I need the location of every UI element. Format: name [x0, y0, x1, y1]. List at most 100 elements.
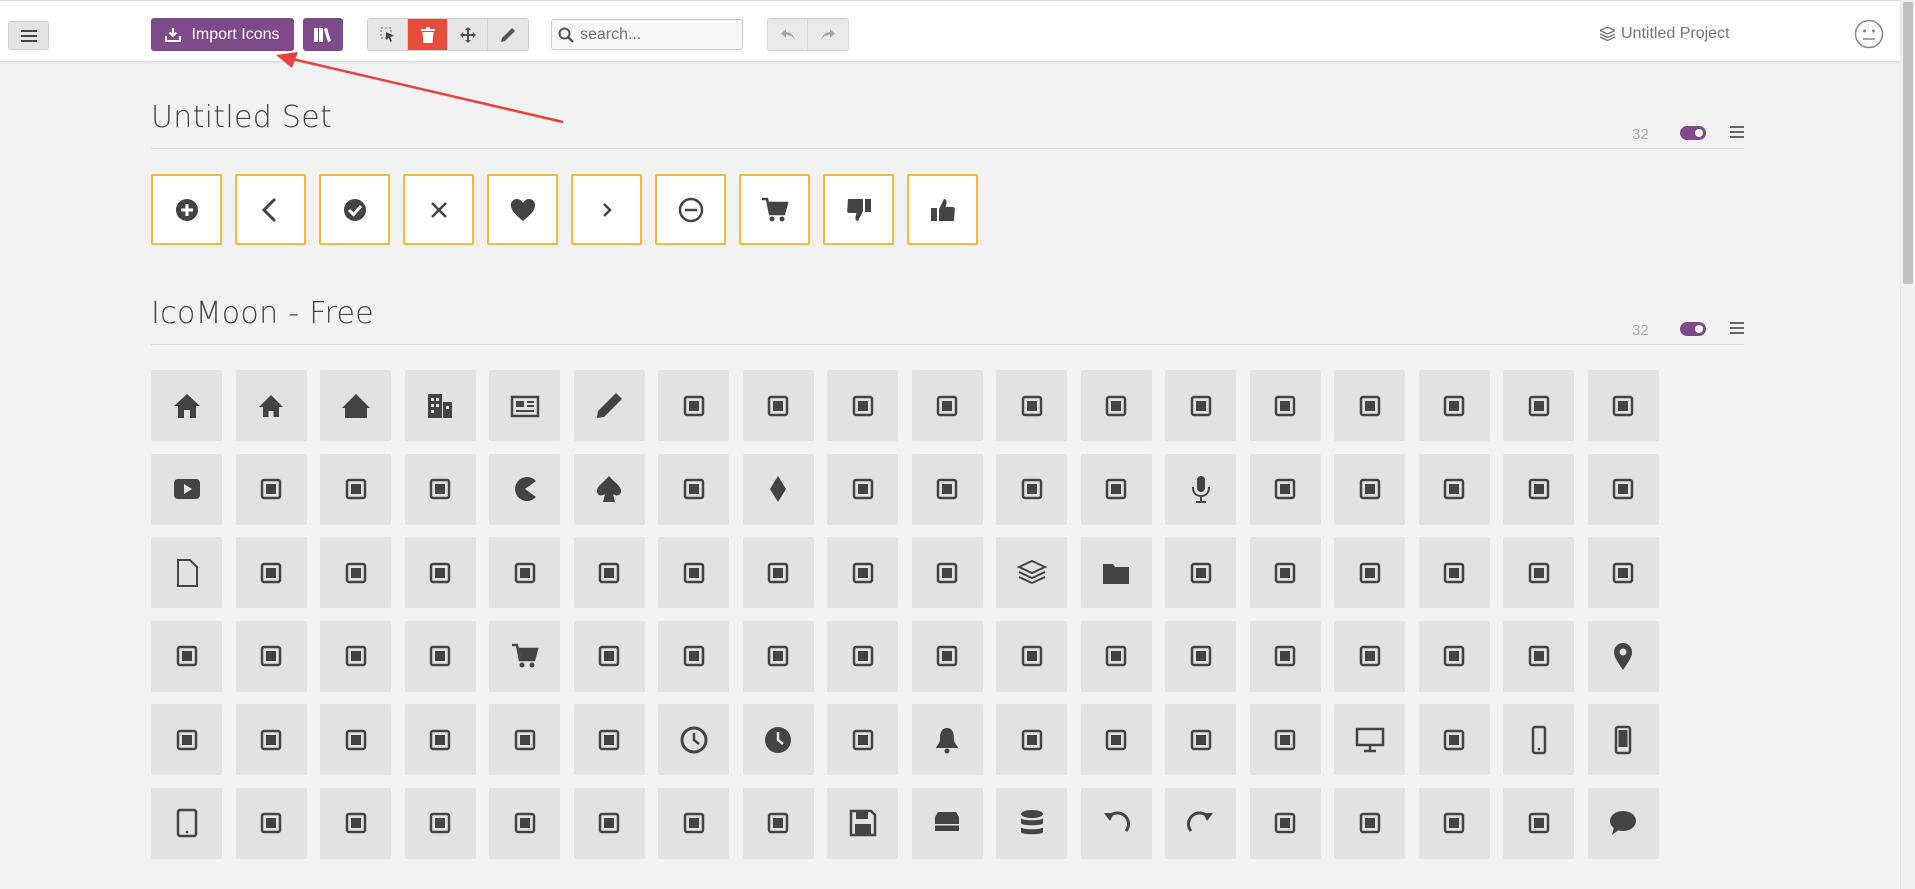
icon-cell[interactable]: [1249, 537, 1321, 608]
icon-cell[interactable]: [320, 370, 391, 441]
icon-cell[interactable]: [320, 704, 391, 775]
icon-cell[interactable]: [151, 704, 222, 775]
move-tool-button[interactable]: [448, 19, 488, 50]
icon-cell[interactable]: [996, 787, 1067, 859]
icon-cell[interactable]: [235, 453, 307, 525]
vertical-scrollbar[interactable]: [1900, 0, 1915, 889]
hamburger-menu-button[interactable]: [8, 21, 49, 50]
icon-cell[interactable]: [1334, 620, 1405, 692]
icon-cell[interactable]: [1165, 620, 1236, 692]
delete-tool-button[interactable]: [408, 19, 448, 50]
icon-cell[interactable]: [1587, 787, 1659, 859]
selected-icon-cell[interactable]: [823, 174, 894, 245]
icon-cell[interactable]: [742, 537, 814, 608]
icon-cell[interactable]: [827, 537, 898, 608]
library-button[interactable]: [303, 18, 343, 51]
icon-cell[interactable]: [1334, 537, 1405, 608]
icon-cell[interactable]: [1587, 453, 1659, 525]
user-avatar-icon[interactable]: [1854, 19, 1884, 49]
icon-cell[interactable]: [1418, 787, 1490, 859]
icon-cell[interactable]: [151, 537, 222, 608]
undo-button[interactable]: [768, 19, 808, 50]
icon-cell[interactable]: [489, 620, 560, 692]
icon-cell[interactable]: [1080, 787, 1152, 859]
icon-cell[interactable]: [235, 704, 307, 775]
icon-cell[interactable]: [235, 787, 307, 859]
icon-cell[interactable]: [1503, 620, 1574, 692]
icon-cell[interactable]: [742, 453, 814, 525]
set-toggle[interactable]: [1680, 126, 1706, 140]
icon-cell[interactable]: [827, 620, 898, 692]
icon-cell[interactable]: [1080, 453, 1152, 525]
icon-cell[interactable]: [573, 537, 645, 608]
icon-cell[interactable]: [489, 537, 560, 608]
selected-icon-cell[interactable]: [403, 174, 474, 245]
icon-cell[interactable]: [573, 370, 645, 441]
icon-cell[interactable]: [911, 453, 983, 525]
icon-cell[interactable]: [573, 704, 645, 775]
icon-cell[interactable]: [1587, 370, 1659, 441]
icon-cell[interactable]: [573, 453, 645, 525]
icon-cell[interactable]: [911, 370, 983, 441]
icon-cell[interactable]: [489, 787, 560, 859]
selected-icon-cell[interactable]: [907, 174, 978, 245]
icon-cell[interactable]: [1080, 620, 1152, 692]
icon-cell[interactable]: [996, 453, 1067, 525]
icon-cell[interactable]: [1165, 453, 1236, 525]
icon-cell[interactable]: [1080, 370, 1152, 441]
icon-cell[interactable]: [742, 704, 814, 775]
icon-cell[interactable]: [742, 370, 814, 441]
icon-cell[interactable]: [1249, 787, 1321, 859]
icon-cell[interactable]: [1503, 704, 1574, 775]
icon-cell[interactable]: [996, 704, 1067, 775]
icon-cell[interactable]: [1165, 537, 1236, 608]
icon-cell[interactable]: [1418, 537, 1490, 608]
search-input[interactable]: [580, 25, 730, 44]
icon-cell[interactable]: [404, 787, 476, 859]
icon-cell[interactable]: [320, 453, 391, 525]
set-title-icomoon[interactable]: IcoMoon - Free: [151, 296, 374, 331]
icon-cell[interactable]: [1249, 620, 1321, 692]
icon-cell[interactable]: [658, 704, 729, 775]
selected-icon-cell[interactable]: [487, 174, 558, 245]
icon-cell[interactable]: [1334, 370, 1405, 441]
icon-cell[interactable]: [658, 620, 729, 692]
selected-icon-cell[interactable]: [571, 174, 642, 245]
icon-cell[interactable]: [489, 704, 560, 775]
icon-cell[interactable]: [1503, 787, 1574, 859]
icon-cell[interactable]: [320, 620, 391, 692]
selected-icon-cell[interactable]: [235, 174, 306, 245]
icon-cell[interactable]: [911, 787, 983, 859]
selected-icon-cell[interactable]: [151, 174, 222, 245]
icon-cell[interactable]: [1418, 370, 1490, 441]
icon-cell[interactable]: [1587, 537, 1659, 608]
icon-cell[interactable]: [996, 620, 1067, 692]
selected-icon-cell[interactable]: [739, 174, 810, 245]
icon-cell[interactable]: [1080, 537, 1152, 608]
select-tool-button[interactable]: [368, 19, 408, 50]
icon-cell[interactable]: [658, 453, 729, 525]
icon-cell[interactable]: [1418, 704, 1490, 775]
icon-cell[interactable]: [1165, 370, 1236, 441]
selected-icon-cell[interactable]: [319, 174, 390, 245]
icon-cell[interactable]: [1334, 704, 1405, 775]
icon-cell[interactable]: [911, 704, 983, 775]
icon-cell[interactable]: [1587, 620, 1659, 692]
set-toggle[interactable]: [1680, 322, 1706, 336]
icon-cell[interactable]: [996, 370, 1067, 441]
icon-cell[interactable]: [996, 537, 1067, 608]
selected-icon-cell[interactable]: [655, 174, 726, 245]
icon-cell[interactable]: [320, 537, 391, 608]
icon-cell[interactable]: [489, 370, 560, 441]
icon-cell[interactable]: [1334, 453, 1405, 525]
icon-cell[interactable]: [151, 620, 222, 692]
icon-cell[interactable]: [320, 787, 391, 859]
icon-cell[interactable]: [404, 704, 476, 775]
redo-button[interactable]: [808, 19, 848, 50]
icon-cell[interactable]: [911, 537, 983, 608]
icon-cell[interactable]: [827, 453, 898, 525]
icon-cell[interactable]: [1587, 704, 1659, 775]
icon-cell[interactable]: [1165, 704, 1236, 775]
project-name[interactable]: Untitled Project: [1600, 25, 1730, 43]
icon-cell[interactable]: [489, 453, 560, 525]
